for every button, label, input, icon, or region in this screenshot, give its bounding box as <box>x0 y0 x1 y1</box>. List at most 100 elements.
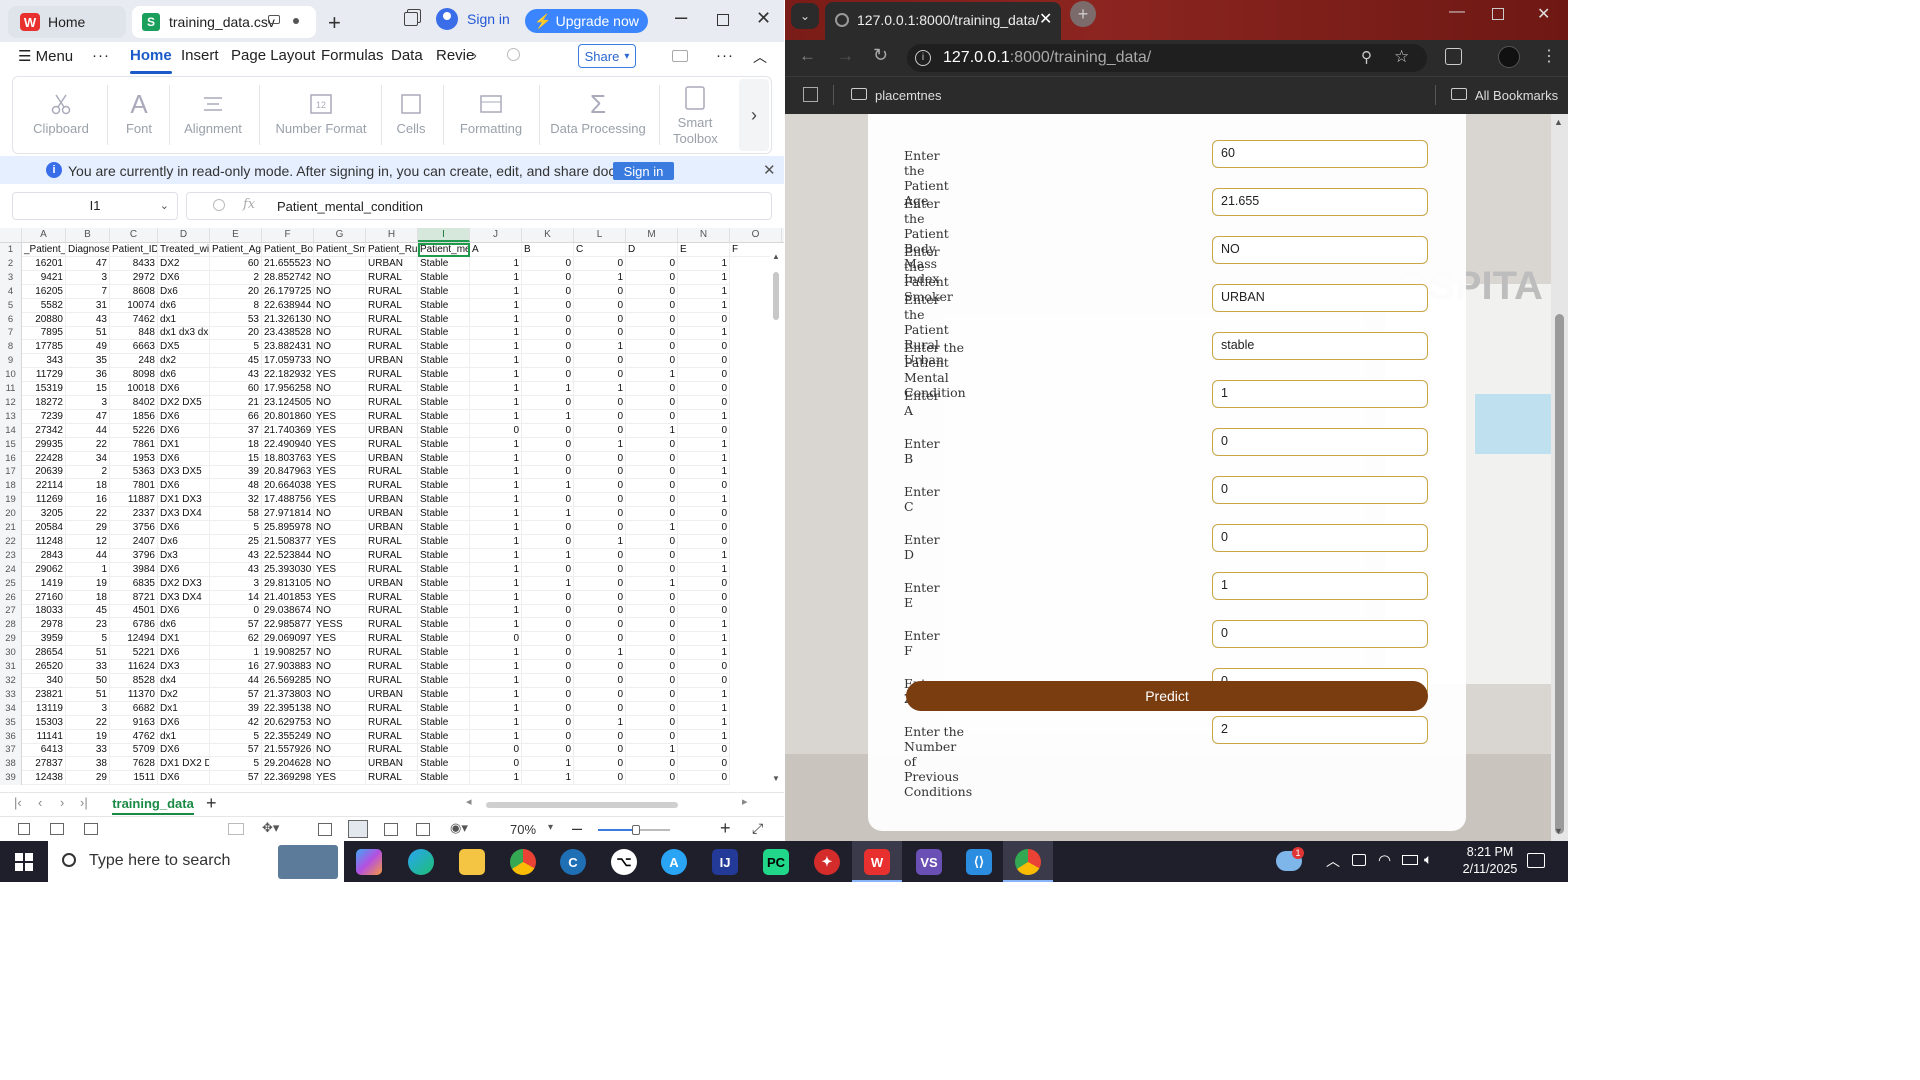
field-input[interactable]: 1 <box>1212 572 1428 600</box>
cell[interactable]: 47 <box>66 256 110 271</box>
cell[interactable]: 18 <box>66 590 110 605</box>
field-input[interactable]: 0 <box>1212 524 1428 552</box>
cell[interactable]: 27.971814 <box>262 507 314 522</box>
cell[interactable]: 33 <box>66 660 110 674</box>
cell[interactable]: Stable <box>418 368 470 383</box>
cell[interactable]: 0 <box>522 354 574 369</box>
cell[interactable]: Stable <box>418 451 470 466</box>
cell[interactable]: 42 <box>210 715 262 730</box>
cell[interactable]: 1 <box>470 618 522 633</box>
cell[interactable]: B <box>522 243 574 257</box>
cell[interactable]: DX3 <box>158 660 210 674</box>
row-number[interactable]: 1 <box>0 243 22 257</box>
cell[interactable]: RURAL <box>366 729 418 744</box>
cell[interactable]: NO <box>314 395 366 410</box>
cell[interactable]: YES <box>314 465 366 480</box>
cell[interactable]: 1 <box>470 660 522 674</box>
cell[interactable]: RURAL <box>366 270 418 285</box>
menu-review[interactable]: Revie <box>436 47 474 64</box>
cell[interactable]: 1 <box>574 715 626 730</box>
cell[interactable]: 21.326130 <box>262 312 314 327</box>
minimize-icon[interactable]: — <box>1449 3 1465 21</box>
ribbon-formatting[interactable]: Formatting <box>447 77 535 153</box>
cell[interactable]: 0 <box>678 521 730 535</box>
browser-tab-active[interactable]: 127.0.0.1:8000/training_data/ ✕ <box>825 2 1061 40</box>
next-sheet-icon[interactable]: › <box>60 795 64 810</box>
cell[interactable]: NO <box>314 646 366 661</box>
cell[interactable]: YES <box>314 451 366 466</box>
cell[interactable]: 19 <box>66 576 110 591</box>
cell[interactable]: 0 <box>522 465 574 480</box>
cell[interactable]: 1 <box>470 298 522 313</box>
cell[interactable]: DX3 DX5 <box>158 465 210 480</box>
cell[interactable]: Dx1 <box>158 701 210 716</box>
cell[interactable]: Stable <box>418 743 470 758</box>
menu-data[interactable]: Data <box>391 47 423 64</box>
cell[interactable]: 1 <box>470 771 522 786</box>
cell[interactable]: 0 <box>678 354 730 369</box>
cell[interactable]: 1 <box>678 298 730 313</box>
cell[interactable]: Stable <box>418 326 470 341</box>
cell[interactable]: 1 <box>678 284 730 299</box>
cell[interactable]: 1 <box>470 409 522 424</box>
cell[interactable]: Stable <box>418 270 470 285</box>
cell[interactable]: Stable <box>418 618 470 633</box>
cell[interactable]: 12438 <box>22 771 66 786</box>
maximize-icon[interactable] <box>1492 8 1504 20</box>
cell[interactable]: 14 <box>210 590 262 605</box>
row-number[interactable]: 3 <box>0 270 22 285</box>
cell[interactable]: RURAL <box>366 632 418 647</box>
cell[interactable]: 1 <box>678 729 730 744</box>
cell[interactable]: 2 <box>66 465 110 480</box>
row-number[interactable]: 32 <box>0 673 22 688</box>
cell[interactable]: DX6 <box>158 771 210 786</box>
ribbon-font[interactable]: A Font <box>109 77 169 153</box>
zoom-formula-icon[interactable] <box>213 199 225 211</box>
cell[interactable]: 1 <box>678 715 730 730</box>
close-icon[interactable]: ✕ <box>756 8 771 29</box>
cell[interactable]: 0 <box>626 660 678 674</box>
cell[interactable]: 1 <box>522 382 574 396</box>
cell[interactable]: D <box>626 243 678 257</box>
row-number[interactable]: 17 <box>0 465 22 480</box>
cell[interactable]: 3756 <box>110 521 158 535</box>
cell[interactable]: 28.852742 <box>262 270 314 285</box>
cell[interactable]: 21.508377 <box>262 534 314 549</box>
cell[interactable]: Diagnosed_ <box>66 243 110 257</box>
scroll-thumb[interactable] <box>773 272 779 320</box>
cell[interactable]: 0 <box>626 395 678 410</box>
cell[interactable]: 1 <box>522 771 574 786</box>
unsaved-dot-icon[interactable] <box>293 18 299 24</box>
row-number[interactable]: 36 <box>0 729 22 744</box>
cell[interactable]: E <box>678 243 730 257</box>
cell[interactable]: Stable <box>418 284 470 299</box>
cell[interactable]: 1 <box>678 618 730 633</box>
cell[interactable]: 0 <box>678 534 730 549</box>
site-info-icon[interactable]: i <box>915 50 931 66</box>
cell[interactable]: 3 <box>210 576 262 591</box>
minimize-icon[interactable]: – <box>675 4 687 30</box>
cell[interactable]: 0 <box>574 743 626 758</box>
column-header-b[interactable]: B <box>66 228 110 242</box>
cell[interactable]: 1 <box>574 382 626 396</box>
cell[interactable]: 27.903883 <box>262 660 314 674</box>
cell[interactable]: 23 <box>66 618 110 633</box>
scroll-down-icon[interactable]: ▼ <box>772 774 780 783</box>
cell[interactable]: DX2 <box>158 256 210 271</box>
cell[interactable]: Stable <box>418 548 470 563</box>
cell[interactable]: A <box>470 243 522 257</box>
cell[interactable]: 0 <box>626 256 678 271</box>
cell[interactable]: 0 <box>574 673 626 688</box>
window-switch-icon[interactable] <box>404 12 418 26</box>
vscode-icon[interactable]: ⟨⟩ <box>966 849 992 875</box>
cell[interactable]: 0 <box>522 687 574 702</box>
cell[interactable]: F <box>730 243 770 257</box>
cell[interactable]: 11141 <box>22 729 66 744</box>
bookmark-folder-placemtnes[interactable]: placemtnes <box>875 88 941 103</box>
review-icon[interactable] <box>50 823 64 835</box>
cell[interactable]: _Patient_ <box>22 243 66 257</box>
close-banner-icon[interactable]: ✕ <box>763 161 776 179</box>
row-number[interactable]: 39 <box>0 771 22 786</box>
cell[interactable]: 0 <box>678 660 730 674</box>
cell[interactable]: 0 <box>574 354 626 369</box>
